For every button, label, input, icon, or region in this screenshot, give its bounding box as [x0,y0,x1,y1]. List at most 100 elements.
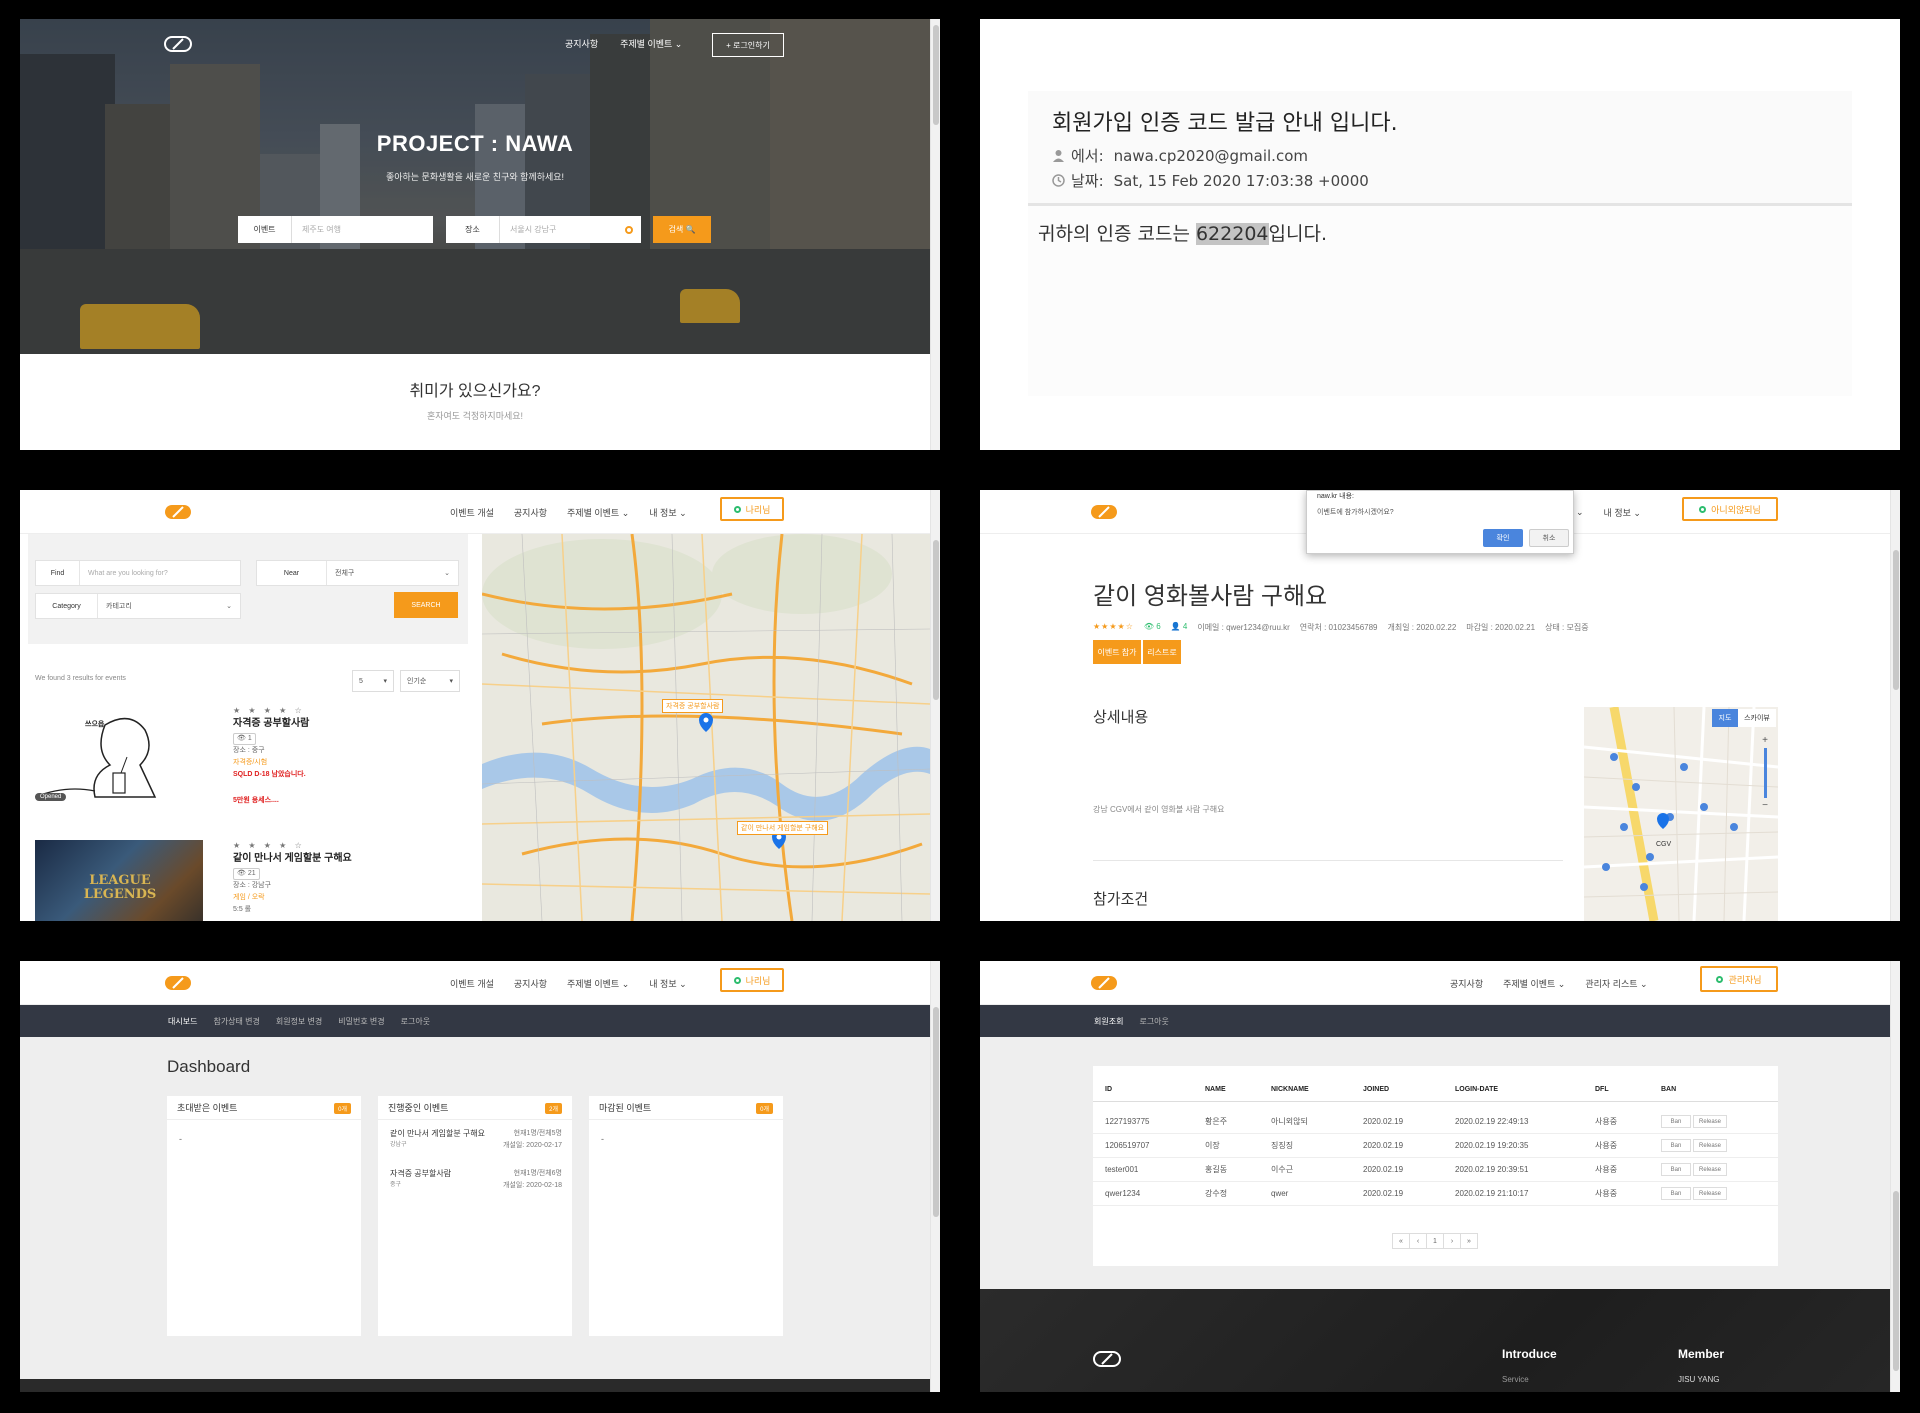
subnav-participation[interactable]: 참가상태 변경 [213,1016,259,1027]
footer-logo-icon [1093,1351,1121,1367]
dialog-cancel-button[interactable]: 취소 [1529,529,1569,547]
scrollbar[interactable] [1890,490,1900,921]
subnav-logout[interactable]: 로그아웃 [401,1016,430,1027]
ban-button[interactable]: Ban [1661,1115,1691,1128]
join-event-button[interactable]: 이벤트 참가 [1093,640,1141,664]
dashboard-screen: 이벤트 개설 공지사항 주제별 이벤트 ⌄ 내 정보 ⌄ 나리님 대시보드 참가… [20,961,940,1392]
map-marker-label[interactable]: 자격증 공부할사람 [662,699,724,713]
user-button[interactable]: 아니외않되님 [1682,497,1778,521]
zoom-out-icon[interactable]: − [1758,800,1772,811]
list-item[interactable]: 같이 만나서 게임할분 구해요 현재1명/전체5명 강남구 개설일: 2020-… [390,1128,562,1149]
page-1-button[interactable]: 1 [1426,1233,1444,1249]
login-button[interactable]: + 로그인하기 [712,33,784,57]
footer-service-link[interactable]: Service [1502,1375,1529,1384]
location-pin-icon[interactable] [625,225,633,234]
event-thumbnail[interactable]: LEAGUE LEGENDS [35,840,203,921]
release-button[interactable]: Release [1693,1139,1727,1152]
ban-button[interactable]: Ban [1661,1139,1691,1152]
next-page-button[interactable]: › [1443,1233,1461,1249]
dialog-ok-button[interactable]: 확인 [1483,529,1523,547]
back-to-list-button[interactable]: 리스트로 [1143,640,1181,664]
list-item[interactable]: 쓰으읍 Opened ★ ★ ★ ★ ☆ 자격증 공부할사람 👁 1 장소 : … [34,705,475,815]
search-button[interactable]: SEARCH [394,592,458,618]
last-page-button[interactable]: » [1460,1233,1478,1249]
logo-icon[interactable] [1090,504,1118,520]
nav-notice[interactable]: 공지사항 [514,506,547,519]
table-row: 1227193775 황은주 아니외않되 2020.02.19 2020.02.… [1093,1110,1778,1134]
find-input[interactable]: What are you looking for? [80,570,240,577]
list-item[interactable]: 자격증 공부할사람 현재1명/전체6명 중구 개설일: 2020-02-18 [390,1168,562,1189]
release-button[interactable]: Release [1693,1187,1727,1200]
subnav-logout[interactable]: 로그아웃 [1139,1016,1168,1027]
event-title[interactable]: 자격증 공부할사람 [233,717,473,731]
event-map[interactable]: 자격증 공부할사람 같이 만나서 게임할분 구해요 [482,534,930,921]
nav-my-info[interactable]: 내 정보 ⌄ [649,506,686,519]
ban-button[interactable]: Ban [1661,1187,1691,1200]
column-ban: BAN [1661,1086,1677,1093]
page-size-select[interactable]: 5 ▾ [352,670,394,692]
subnav-password[interactable]: 비밀번호 변경 [338,1016,384,1027]
scrollbar[interactable] [930,490,940,921]
hero-search-button[interactable]: 검색 🔍 [653,216,711,243]
logo-icon[interactable] [164,36,192,52]
map-view-tab[interactable]: 지도 [1712,709,1738,727]
logo-icon[interactable] [164,504,192,520]
nav-topic-events[interactable]: 주제별 이벤트 ⌄ [620,37,682,50]
place-search-field[interactable]: 장소 서울시 강남구 [446,216,641,243]
event-category: 게임 / 오락 [233,894,265,901]
view-count: 👁 21 [233,868,260,880]
online-icon [733,976,741,984]
scrollbar[interactable] [930,19,940,450]
scrollbar[interactable] [930,961,940,1392]
main-nav: 공지사항 주제별 이벤트 ⌄ 관리자 리스트 ⌄ [1450,961,1648,1005]
nav-my-info[interactable]: 내 정보 ⌄ [649,977,686,990]
scrollbar[interactable] [1890,961,1900,1392]
rating-stars: ★ ★ ★ ★ ☆ [233,841,305,850]
ban-button[interactable]: Ban [1661,1163,1691,1176]
sort-select[interactable]: 인기순 ▾ [400,670,460,692]
event-search-field[interactable]: 이벤트 제주도 여행 [238,216,433,243]
zoom-in-icon[interactable]: + [1758,735,1772,746]
event-location-map[interactable]: CGV 지도 스카이뷰 + − [1584,707,1778,921]
nav-admin-list[interactable]: 관리자 리스트 ⌄ [1585,977,1647,990]
cell-name: 홍길동 [1205,1165,1228,1174]
map-zoom-control[interactable]: + − [1758,735,1772,825]
nav-topic-events[interactable]: 주제별 이벤트 ⌄ [1503,977,1565,990]
event-thumbnail[interactable]: 쓰으읍 Opened [34,705,203,805]
opened-badge: Opened [35,793,67,801]
category-select[interactable]: Category 카테고리 ⌄ [35,593,241,619]
list-item[interactable]: LEAGUE LEGENDS ★ ★ ★ ★ ☆ 같이 만나서 게임할분 구해요… [35,840,475,921]
place-input[interactable]: 서울시 강남구 [500,224,625,235]
sky-view-tab[interactable]: 스카이뷰 [1738,709,1776,727]
logo-icon[interactable] [164,975,192,991]
prev-page-button[interactable]: ‹ [1409,1233,1427,1249]
user-button[interactable]: 나리님 [720,968,784,992]
cell-dfl: 사용중 [1595,1117,1618,1126]
event-title[interactable]: 같이 만나서 게임할분 구해요 [233,852,473,866]
admin-button[interactable]: 관리자님 [1700,966,1778,992]
near-select[interactable]: Near 전체구 ⌄ [256,560,459,586]
nav-notice[interactable]: 공지사항 [565,37,598,50]
map-marker-label[interactable]: 같이 만나서 게임할분 구해요 [737,821,829,835]
cell-id: tester001 [1105,1165,1139,1174]
release-button[interactable]: Release [1693,1115,1727,1128]
nav-topic-events[interactable]: 주제별 이벤트 ⌄ [567,977,629,990]
event-label: 이벤트 [238,216,292,243]
nav-create-event[interactable]: 이벤트 개설 [450,506,494,519]
count-badge: 2개 [545,1103,562,1114]
event-input[interactable]: 제주도 여행 [292,224,433,235]
subnav-profile[interactable]: 회원정보 변경 [276,1016,322,1027]
logo-icon[interactable] [1090,975,1118,991]
nav-topic-events[interactable]: 주제별 이벤트 ⌄ [567,506,629,519]
subnav-dashboard[interactable]: 대시보드 [168,1016,197,1027]
nav-topic-events[interactable]: ⌄ [1576,507,1584,518]
nav-notice[interactable]: 공지사항 [514,977,547,990]
subnav-member-search[interactable]: 회원조회 [1094,1016,1123,1027]
find-field[interactable]: Find What are you looking for? [35,560,241,586]
user-button[interactable]: 나리님 [720,497,784,521]
first-page-button[interactable]: « [1392,1233,1410,1249]
nav-my-info[interactable]: 내 정보 ⌄ [1604,506,1641,519]
release-button[interactable]: Release [1693,1163,1727,1176]
nav-create-event[interactable]: 이벤트 개설 [450,977,494,990]
nav-notice[interactable]: 공지사항 [1450,977,1483,990]
